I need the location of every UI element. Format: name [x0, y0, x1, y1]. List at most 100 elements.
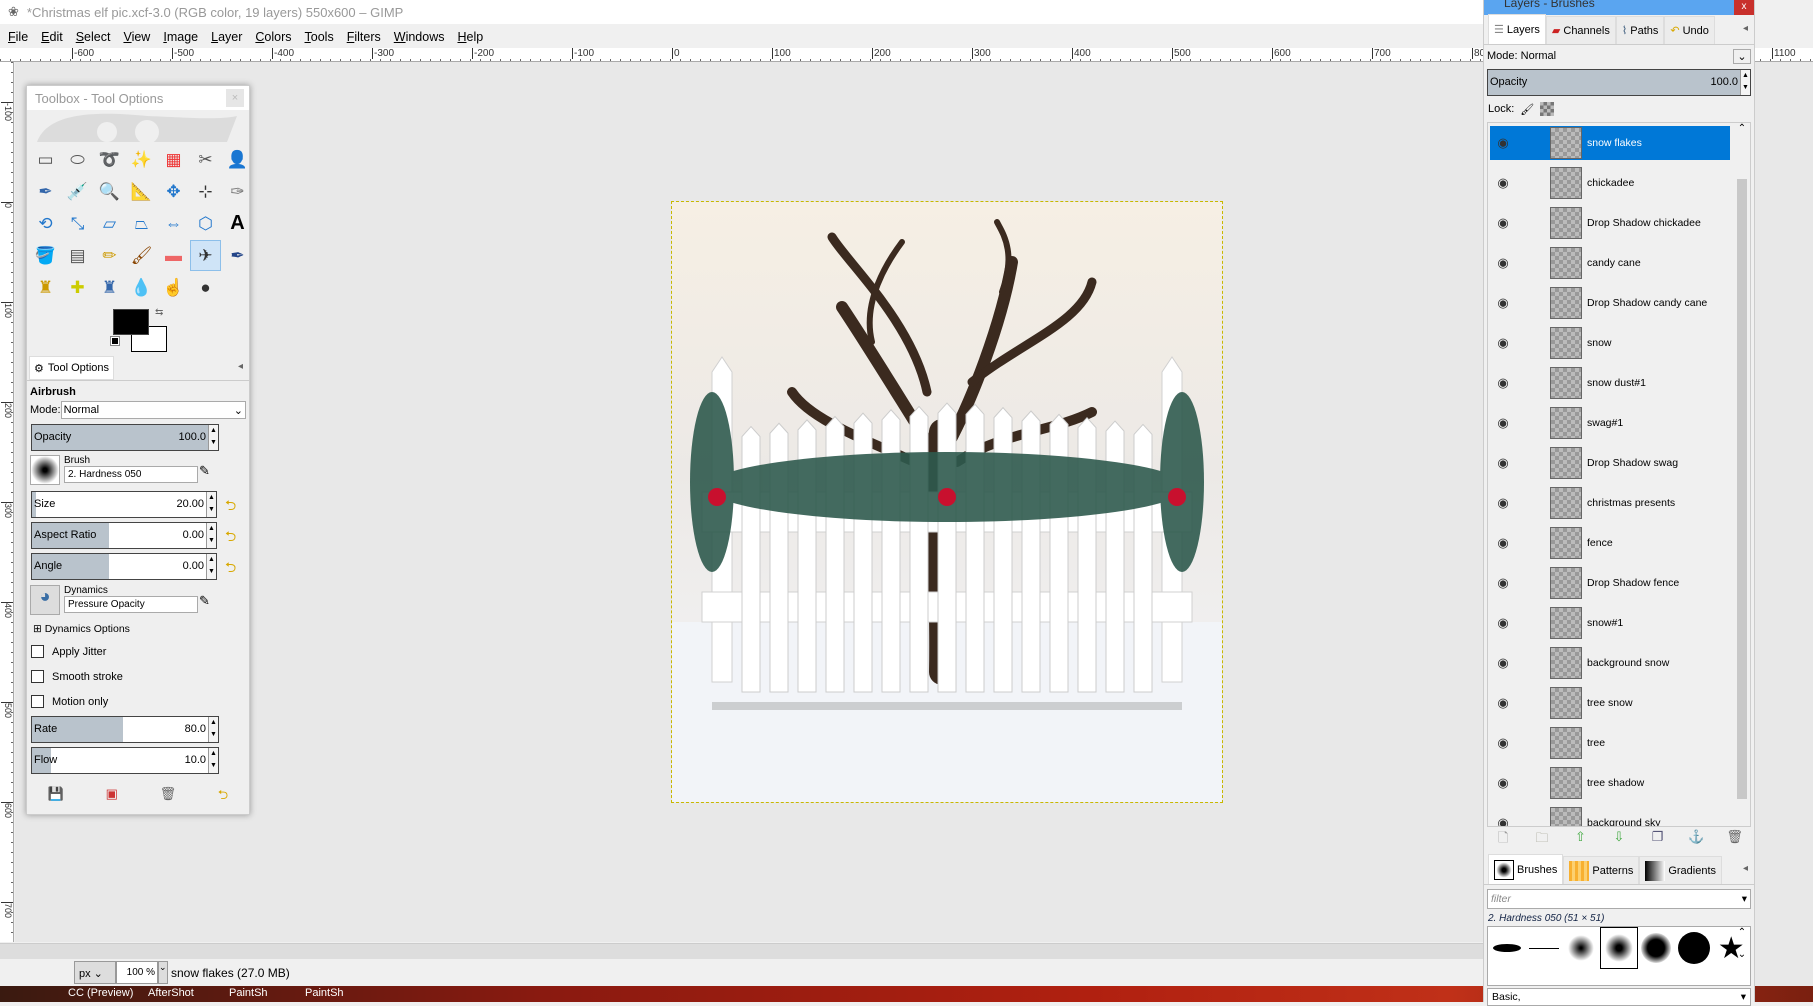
- layer-row[interactable]: ◉ snow#1: [1488, 603, 1750, 643]
- size-slider[interactable]: Size 20.00 ▲ ▼: [31, 491, 217, 518]
- eye-icon[interactable]: ◉: [1488, 175, 1518, 191]
- tab-paths[interactable]: ⌇ Paths: [1615, 16, 1665, 44]
- edit-dynamics-icon[interactable]: ✎: [199, 593, 210, 609]
- spin-arrows[interactable]: ▲ ▼: [208, 425, 218, 450]
- layer-row[interactable]: ◉ Drop Shadow swag: [1488, 443, 1750, 483]
- reset-icon[interactable]: ⮌: [225, 495, 236, 519]
- menu-tools[interactable]: Tools: [305, 30, 334, 44]
- layer-row[interactable]: ◉ fence: [1488, 523, 1750, 563]
- flow-slider[interactable]: Flow 10.0 ▲ ▼: [31, 747, 219, 774]
- brush-scrollbar[interactable]: ⌃ ⌄: [1734, 927, 1750, 985]
- tab-tool-options[interactable]: ⚙ Tool Options: [29, 356, 115, 380]
- eye-icon[interactable]: ◉: [1488, 135, 1518, 151]
- blur-tool[interactable]: 💧: [126, 272, 157, 303]
- rect-select-tool[interactable]: ▭: [30, 144, 61, 175]
- zoom-select[interactable]: 100 %: [116, 961, 158, 984]
- default-colors-icon[interactable]: [110, 336, 120, 346]
- mode-select[interactable]: Normal ⌄: [60, 401, 246, 419]
- layer-row[interactable]: ◉ background sky: [1488, 803, 1750, 826]
- smudge-tool[interactable]: ☝: [158, 272, 189, 303]
- opacity-slider[interactable]: Opacity 100.0 ▲ ▼: [31, 424, 219, 451]
- tab-undo[interactable]: ↶ Undo: [1664, 16, 1715, 44]
- raise-layer-icon[interactable]: ⇧: [1561, 829, 1599, 849]
- dynamics-button[interactable]: ◕: [30, 585, 60, 615]
- motion-only-checkbox[interactable]: Motion only: [27, 691, 249, 712]
- eye-icon[interactable]: ◉: [1488, 735, 1518, 751]
- aspect-ratio-slider[interactable]: Aspect Ratio 0.00 ▲ ▼: [31, 522, 217, 549]
- eye-icon[interactable]: ◉: [1488, 255, 1518, 271]
- smooth-stroke-checkbox[interactable]: Smooth stroke: [27, 666, 249, 687]
- delete-options-icon[interactable]: 🗑: [160, 786, 177, 808]
- taskbar-item[interactable]: AfterShot: [148, 987, 194, 999]
- flip-tool[interactable]: ⇔: [158, 208, 189, 239]
- scissors-select-tool[interactable]: ✂: [190, 144, 221, 175]
- rate-slider[interactable]: Rate 80.0 ▲ ▼: [31, 716, 219, 743]
- eye-icon[interactable]: ◉: [1488, 455, 1518, 471]
- menu-edit[interactable]: Edit: [41, 30, 63, 44]
- blend-tool[interactable]: ▤: [62, 240, 93, 271]
- spin-arrows[interactable]: ▲ ▼: [206, 554, 216, 579]
- anchor-layer-icon[interactable]: ⚓: [1677, 829, 1715, 849]
- tab-menu-icon[interactable]: ◂: [1743, 23, 1748, 34]
- menu-select[interactable]: Select: [76, 30, 111, 44]
- taskbar-item[interactable]: PaintSh: [305, 987, 344, 999]
- paths-tool[interactable]: ✒: [30, 176, 61, 207]
- brush-item[interactable]: [1525, 927, 1562, 969]
- move-tool[interactable]: ✥: [158, 176, 189, 207]
- menu-windows[interactable]: Windows: [394, 30, 445, 44]
- color-picker-tool[interactable]: 💉: [62, 176, 93, 207]
- vertical-ruler[interactable]: -100 0 100 200 300 400 500 600 700: [0, 62, 14, 942]
- new-layer-group-icon[interactable]: 🗀: [1523, 829, 1561, 849]
- eraser-tool[interactable]: ▬: [158, 240, 189, 271]
- toolbox-title-bar[interactable]: Toolbox - Tool Options ×: [27, 86, 249, 110]
- save-options-icon[interactable]: 💾: [48, 786, 64, 808]
- scale-tool[interactable]: ⤡: [62, 208, 93, 239]
- layer-row[interactable]: ◉ Drop Shadow fence: [1488, 563, 1750, 603]
- tab-channels[interactable]: ▰ Channels: [1545, 16, 1616, 44]
- dock-title-bar[interactable]: Layers - Brushes x: [1484, 0, 1754, 15]
- ellipse-select-tool[interactable]: ⬭: [62, 144, 93, 175]
- eye-icon[interactable]: ◉: [1488, 215, 1518, 231]
- brush-set-select[interactable]: Basic, ▾: [1487, 988, 1751, 1006]
- paintbrush-tool[interactable]: 🖌: [126, 240, 157, 271]
- close-icon[interactable]: ×: [226, 89, 244, 107]
- tab-brushes[interactable]: Brushes: [1488, 854, 1564, 884]
- taskbar-item[interactable]: PaintSh: [229, 987, 268, 999]
- dynamics-field[interactable]: Pressure Opacity: [64, 596, 198, 613]
- layer-row[interactable]: ◉ chickadee: [1488, 163, 1750, 203]
- menu-view[interactable]: View: [123, 30, 150, 44]
- crop-tool[interactable]: ✑: [222, 176, 253, 207]
- wilber-drop-area[interactable]: [27, 110, 249, 142]
- perspective-tool[interactable]: ⏢: [126, 208, 157, 239]
- layer-row[interactable]: ◉ tree: [1488, 723, 1750, 763]
- foreground-select-tool[interactable]: 👤: [222, 144, 253, 175]
- layer-row[interactable]: ◉ tree snow: [1488, 683, 1750, 723]
- eye-icon[interactable]: ◉: [1488, 775, 1518, 791]
- spin-arrows[interactable]: ▲ ▼: [206, 492, 216, 517]
- menu-image[interactable]: Image: [163, 30, 198, 44]
- brush-item-selected[interactable]: [1600, 927, 1638, 969]
- spin-arrows[interactable]: ▲ ▼: [208, 748, 218, 773]
- cage-transform-tool[interactable]: ⬡: [190, 208, 221, 239]
- shear-tool[interactable]: ▱: [94, 208, 125, 239]
- eye-icon[interactable]: ◉: [1488, 575, 1518, 591]
- heal-tool[interactable]: ✚: [62, 272, 93, 303]
- brush-item[interactable]: [1563, 927, 1600, 969]
- edit-brush-icon[interactable]: ✎: [199, 463, 210, 479]
- brush-item[interactable]: [1638, 927, 1675, 969]
- spin-arrows[interactable]: ▲ ▼: [1740, 70, 1750, 95]
- reset-icon[interactable]: ⮌: [225, 526, 236, 550]
- layer-row[interactable]: ◉ snow dust#1: [1488, 363, 1750, 403]
- layer-row[interactable]: ◉ candy cane: [1488, 243, 1750, 283]
- layer-row[interactable]: ◉ background snow: [1488, 643, 1750, 683]
- free-select-tool[interactable]: ➰: [94, 144, 125, 175]
- eye-icon[interactable]: ◉: [1488, 335, 1518, 351]
- fuzzy-select-tool[interactable]: ✨: [126, 144, 157, 175]
- spin-arrows[interactable]: ▲ ▼: [206, 523, 216, 548]
- tab-patterns[interactable]: Patterns: [1563, 856, 1640, 884]
- brush-name-field[interactable]: 2. Hardness 050: [64, 466, 198, 483]
- select-by-color-tool[interactable]: ▦: [158, 144, 189, 175]
- layer-row[interactable]: ◉ snow flakes: [1488, 123, 1750, 163]
- menu-layer[interactable]: Layer: [211, 30, 242, 44]
- pencil-tool[interactable]: ✏: [94, 240, 125, 271]
